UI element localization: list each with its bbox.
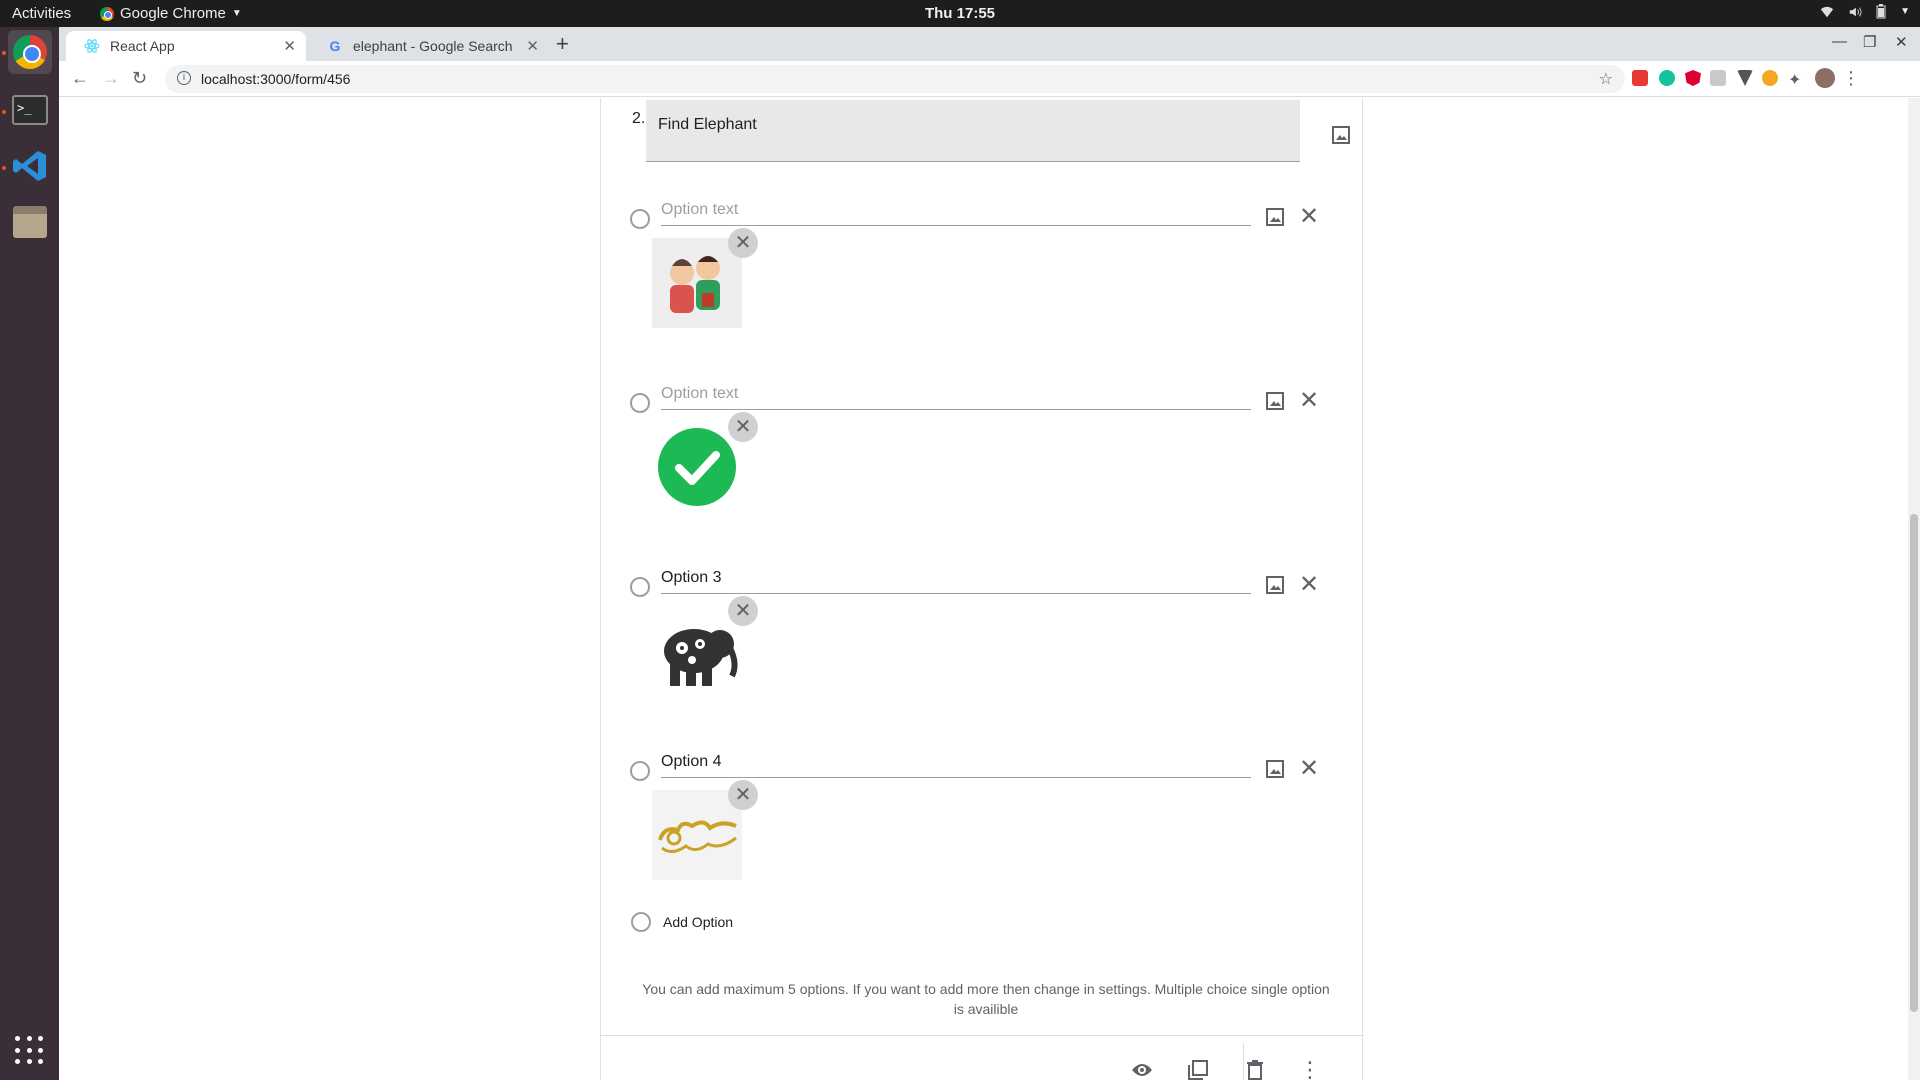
battery-icon	[1876, 4, 1886, 19]
option-text-input[interactable]: Option 4	[661, 750, 1251, 778]
options-limit-note: You can add maximum 5 options. If you wa…	[642, 981, 1330, 1017]
option-text-input[interactable]: Option text	[661, 198, 1251, 226]
option-image	[652, 422, 742, 512]
terminal-icon: >_	[12, 95, 48, 125]
preview-eye-icon[interactable]	[1130, 1058, 1154, 1080]
avatar[interactable]	[1815, 68, 1835, 88]
question-number: 2.	[632, 110, 646, 127]
volume-icon	[1849, 6, 1862, 17]
add-image-icon[interactable]	[1264, 206, 1286, 228]
option-radio[interactable]	[630, 761, 650, 781]
address-bar[interactable]: i localhost:3000/form/456 ☆	[165, 65, 1625, 93]
tab-strip: React App ✕ G elephant - Google Search ✕…	[59, 27, 1920, 61]
add-option-radio	[631, 912, 651, 932]
tab-title: React App	[110, 38, 175, 54]
option-text-input[interactable]: Option 3	[661, 566, 1251, 594]
dock-terminal[interactable]: >_	[8, 88, 52, 132]
info-icon[interactable]: i	[177, 71, 191, 85]
option-image	[652, 606, 742, 696]
remove-option-icon[interactable]: ✕	[1298, 573, 1320, 597]
page-scrollbar[interactable]	[1908, 98, 1920, 1080]
bookmark-star-icon[interactable]: ☆	[1599, 69, 1613, 89]
kebab-menu-icon[interactable]: ⋮	[1842, 68, 1860, 89]
dock-vscode[interactable]	[8, 144, 52, 188]
system-tray[interactable]: ▼	[1820, 4, 1910, 19]
thai-couple-cartoon-icon	[670, 256, 720, 313]
extension-red-icon[interactable]	[1632, 70, 1648, 86]
option-image	[652, 790, 742, 880]
remove-image-icon[interactable]: ✕	[728, 780, 758, 810]
add-image-icon[interactable]	[1264, 390, 1286, 412]
running-indicator	[2, 110, 6, 114]
dock-files[interactable]	[8, 200, 52, 244]
react-icon	[84, 38, 100, 54]
angular-icon[interactable]	[1685, 70, 1701, 86]
dock: >_	[0, 27, 59, 1080]
app-grid-icon	[15, 1036, 45, 1066]
duplicate-icon[interactable]	[1186, 1058, 1210, 1080]
tab-react-app[interactable]: React App ✕	[66, 31, 306, 61]
tab-title: elephant - Google Search	[353, 38, 513, 54]
remove-option-icon[interactable]: ✕	[1298, 389, 1320, 413]
remove-image-icon[interactable]: ✕	[728, 412, 758, 442]
forward-icon[interactable]: →	[102, 68, 120, 89]
tab-google-search[interactable]: G elephant - Google Search ✕	[309, 31, 549, 61]
gold-thai-ornament-icon	[658, 820, 737, 853]
reload-icon[interactable]: ↻	[132, 68, 147, 89]
minimize-icon[interactable]: —	[1832, 33, 1847, 50]
scrollbar-thumb[interactable]	[1910, 514, 1918, 1012]
vscode-icon	[13, 151, 46, 181]
restore-icon[interactable]: ❐	[1863, 33, 1876, 51]
green-checkmark-icon	[658, 428, 736, 506]
close-window-icon[interactable]: ✕	[1895, 33, 1908, 51]
option-text-input[interactable]: Option text	[661, 382, 1251, 410]
option-radio[interactable]	[630, 577, 650, 597]
option-image	[652, 238, 742, 328]
url-text: localhost:3000/form/456	[201, 71, 351, 87]
browser-toolbar: ← → ↻ i localhost:3000/form/456 ☆ ✦ ⋮	[59, 61, 1920, 97]
option-radio[interactable]	[630, 209, 650, 229]
back-icon[interactable]: ←	[71, 68, 89, 89]
more-options-icon[interactable]: ⋮	[1298, 1057, 1322, 1080]
clock[interactable]: Thu 17:55	[0, 5, 1920, 22]
puzzle-icon[interactable]: ✦	[1788, 70, 1804, 89]
file-cabinet-icon	[13, 206, 47, 238]
caret-down-icon: ▼	[1900, 6, 1910, 17]
google-icon: G	[329, 38, 341, 54]
footer-divider	[601, 1035, 1364, 1036]
remove-image-icon[interactable]: ✕	[728, 596, 758, 626]
show-applications-button[interactable]	[8, 1029, 52, 1073]
option-radio[interactable]	[630, 393, 650, 413]
delete-icon[interactable]	[1243, 1058, 1267, 1080]
running-indicator	[2, 51, 6, 55]
vue-devtools-icon[interactable]	[1737, 70, 1753, 86]
decorated-elephant-drawing-icon	[664, 629, 738, 686]
extension-orange-icon[interactable]	[1762, 70, 1778, 86]
close-tab-icon[interactable]: ✕	[283, 37, 296, 55]
extension-cast-icon[interactable]	[1710, 70, 1726, 86]
remove-option-icon[interactable]: ✕	[1298, 757, 1320, 781]
system-top-bar: Activities Google Chrome ▼ Thu 17:55 ▼	[0, 0, 1920, 27]
add-option-row[interactable]: Add Option	[631, 912, 733, 932]
wifi-icon	[1820, 6, 1834, 17]
add-option-label[interactable]: Add Option	[663, 914, 733, 930]
page-content: 2. Find Elephant Option text ✕ ✕ Option …	[59, 98, 1920, 1080]
close-tab-icon[interactable]: ✕	[526, 37, 539, 55]
grammarly-icon[interactable]	[1659, 70, 1675, 86]
add-image-icon[interactable]	[1264, 574, 1286, 596]
dock-chrome[interactable]	[8, 30, 52, 74]
question-card: 2. Find Elephant Option text ✕ ✕ Option …	[600, 98, 1364, 1080]
add-image-icon[interactable]	[1264, 758, 1286, 780]
remove-option-icon[interactable]: ✕	[1298, 205, 1320, 229]
remove-image-icon[interactable]: ✕	[728, 228, 758, 258]
running-indicator	[2, 166, 6, 170]
add-image-icon[interactable]	[1330, 124, 1352, 146]
new-tab-button[interactable]: +	[556, 31, 569, 57]
question-title-input[interactable]: Find Elephant	[646, 100, 1300, 162]
chrome-icon	[13, 35, 47, 69]
